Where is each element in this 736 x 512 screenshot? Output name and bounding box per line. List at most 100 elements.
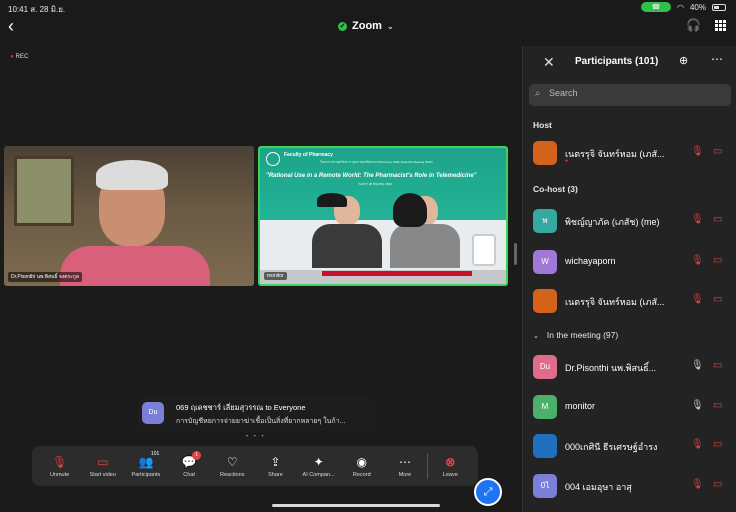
mic-muted-icon: 🎙 bbox=[691, 439, 704, 450]
avatar: 0ไ bbox=[533, 474, 557, 498]
status-right: ☎ ◠ 40% bbox=[641, 2, 726, 12]
panel-title: Participants (101) bbox=[575, 56, 659, 67]
rec-indicator: REC bbox=[10, 54, 29, 60]
app-title[interactable]: ✓ Zoom ⌄ bbox=[338, 20, 394, 32]
participants-panel: ✕ Participants (101) ⊕ ⋯ ⌕ Host เนตรรุจิ… bbox=[522, 46, 736, 512]
meeting-toolbar: 🎙 Unmute ▭ Start video 👥 101 Participant… bbox=[32, 446, 478, 486]
slide-banner: Faculty of Pharmacy โครงการประชุมวิชาการ… bbox=[260, 148, 506, 220]
participant-name: 000เกศินี ธีรเศรษฐ์อำรง bbox=[565, 442, 658, 452]
start-video-button[interactable]: ▭ Start video bbox=[82, 455, 124, 478]
participant-row-host[interactable]: เนตรรุจิ จันทร์หอม (เภสั... ● 🎙 ▭ bbox=[523, 138, 736, 168]
unmute-button[interactable]: 🎙 Unmute bbox=[39, 455, 81, 478]
grid-view-icon[interactable] bbox=[715, 19, 726, 31]
tile-name-label: Dr.Pisonthi นพ.พิสนธิ์ จงตระกูล bbox=[8, 272, 82, 282]
video-off-icon: ▭ bbox=[713, 400, 723, 411]
headphones-icon[interactable]: 🎧 bbox=[686, 18, 701, 32]
chevron-down-icon: ⌄ bbox=[386, 21, 394, 31]
leave-icon: ⊗ bbox=[445, 454, 456, 469]
top-bar: ‹ ✓ Zoom ⌄ 🎧 bbox=[0, 14, 736, 40]
share-button[interactable]: ⇪ Share bbox=[254, 455, 296, 478]
slide-title: "Rational Use in a Remote World: The Pha… bbox=[266, 173, 477, 179]
search-input[interactable] bbox=[549, 88, 719, 98]
leave-button[interactable]: ⊗ Leave bbox=[429, 455, 471, 478]
chevron-down-icon: ⌄ bbox=[533, 333, 539, 340]
ai-companion-button[interactable]: ✦ AI Compan... bbox=[298, 455, 340, 478]
app-title-label: Zoom bbox=[352, 20, 382, 32]
participant-row-member[interactable]: 000เกศินี ธีรเศรษฐ์อำรง 🎙 ▭ bbox=[523, 431, 736, 461]
floating-action-button[interactable]: ⤢ bbox=[474, 478, 502, 506]
section-in-meeting[interactable]: ⌄ In the meeting (97) bbox=[533, 330, 618, 340]
close-icon[interactable]: ✕ bbox=[543, 54, 555, 71]
mic-icon: 🎙 bbox=[691, 360, 704, 371]
participant-row-cohost[interactable]: เนตรรุจิ จันทร์หอม (เภสั... 🎙 ▭ bbox=[523, 286, 736, 316]
more-dots-icon[interactable]: ⋯ bbox=[711, 52, 723, 66]
people-icon: 👥 bbox=[138, 454, 154, 469]
mic-muted-icon: 🎙 bbox=[691, 294, 704, 305]
person-shirt bbox=[60, 246, 210, 286]
video-tile-monitor[interactable]: Faculty of Pharmacy โครงการประชุมวิชาการ… bbox=[258, 146, 508, 286]
participant-row-member[interactable]: M monitor 🎙 ▭ bbox=[523, 392, 736, 422]
slide-faculty: Faculty of Pharmacy bbox=[284, 152, 333, 158]
tile-name-label: monitor bbox=[264, 272, 287, 280]
more-button[interactable]: ⋯ More bbox=[384, 455, 426, 478]
avatar: M bbox=[533, 395, 557, 419]
participant-name: 004 เอมอุษา อาสุ bbox=[565, 482, 632, 492]
search-icon: ⌕ bbox=[535, 88, 541, 99]
participant-row-cohost[interactable]: พ พิชญ์ญาภัค (เภสัช) (me) 🎙 ▭ bbox=[523, 206, 736, 236]
video-off-icon: ▭ bbox=[713, 146, 723, 157]
participant-row-member[interactable]: 0ไ 004 เอมอุษา อาสุ 🎙 ▭ bbox=[523, 471, 736, 501]
mic-muted-icon: 🎙 bbox=[691, 214, 704, 225]
chat-avatar: Du bbox=[142, 402, 164, 424]
battery-percent: 40% bbox=[689, 2, 706, 12]
toolbar-divider bbox=[427, 453, 429, 479]
participants-button[interactable]: 👥 101 Participants bbox=[125, 451, 167, 478]
person-hair bbox=[96, 160, 168, 190]
top-right-controls: 🎧 bbox=[686, 18, 726, 32]
wifi-icon: ◠ bbox=[677, 2, 684, 12]
minimize-icon: ⤢ bbox=[483, 486, 493, 498]
mic-muted-icon: 🎙 bbox=[691, 146, 704, 157]
chat-button[interactable]: 💬 1 Chat bbox=[168, 450, 210, 478]
doctor-phone-icon bbox=[472, 234, 496, 266]
home-indicator[interactable] bbox=[272, 504, 440, 507]
participant-name: เนตรรุจิ จันทร์หอม (เภสั... bbox=[565, 297, 665, 307]
record-icon: ◉ bbox=[356, 454, 368, 469]
chat-badge: 1 bbox=[192, 450, 202, 460]
video-off-icon: ▭ bbox=[713, 439, 723, 450]
video-off-icon: ▭ bbox=[713, 479, 723, 490]
share-screen-icon: ⇪ bbox=[270, 454, 281, 469]
chat-notification[interactable]: Du 069 ฤเดชชาร์ เลี่ยมสุวรรณ to Everyone… bbox=[138, 396, 374, 430]
status-bar: 10:41 ส. 28 มิ.ย. ☎ ◠ 40% bbox=[0, 0, 736, 14]
add-user-icon[interactable]: ⊕ bbox=[679, 54, 688, 67]
speaker-right bbox=[390, 193, 460, 268]
avatar bbox=[533, 434, 557, 458]
video-off-icon: ▭ bbox=[713, 360, 723, 371]
slide-date: วันเสาร์ 28 มิถุนายน 2568 bbox=[358, 182, 392, 186]
heart-icon: ♡ bbox=[226, 454, 238, 469]
page-dots: • • • bbox=[246, 434, 266, 440]
participant-name: พิชญ์ญาภัค (เภสัช) (me) bbox=[565, 217, 660, 227]
avatar: พ bbox=[533, 209, 557, 233]
video-off-icon: ▭ bbox=[713, 255, 723, 266]
video-tile-dr-pisonthi[interactable]: Dr.Pisonthi นพ.พิสนธิ์ จงตระกูล bbox=[4, 146, 254, 286]
call-pill-icon[interactable]: ☎ bbox=[641, 2, 671, 12]
avatar: W bbox=[533, 250, 557, 274]
panel-resize-handle[interactable] bbox=[514, 243, 517, 265]
desk-nameplate-strip bbox=[322, 271, 472, 276]
participant-name: monitor bbox=[565, 401, 596, 411]
participant-name: wichayaporn bbox=[565, 256, 616, 266]
more-dots-icon: ⋯ bbox=[398, 454, 411, 469]
reactions-button[interactable]: ♡ Reactions bbox=[211, 455, 253, 478]
back-icon[interactable]: ‹ bbox=[8, 16, 14, 37]
chat-message: การบัญชีหยการจ่ายยาฆ่าเชื้อเป็นสิ่งที่ยา… bbox=[176, 418, 346, 425]
participant-name: Dr.Pisonthi นพ.พิสนธิ์... bbox=[565, 363, 657, 373]
participant-name: เนตรรุจิ จันทร์หอม (เภสั... bbox=[565, 149, 665, 159]
participant-row-member[interactable]: Du Dr.Pisonthi นพ.พิสนธิ์... 🎙 ▭ bbox=[523, 352, 736, 382]
mic-muted-icon: 🎙 bbox=[691, 255, 704, 266]
participant-row-cohost[interactable]: W wichayaporn 🎙 ▭ bbox=[523, 247, 736, 277]
mic-icon: 🎙 bbox=[691, 400, 704, 411]
record-button[interactable]: ◉ Record bbox=[341, 455, 383, 478]
battery-icon bbox=[712, 3, 726, 11]
faculty-logo-icon bbox=[266, 152, 280, 166]
search-bar[interactable]: ⌕ bbox=[529, 84, 731, 106]
